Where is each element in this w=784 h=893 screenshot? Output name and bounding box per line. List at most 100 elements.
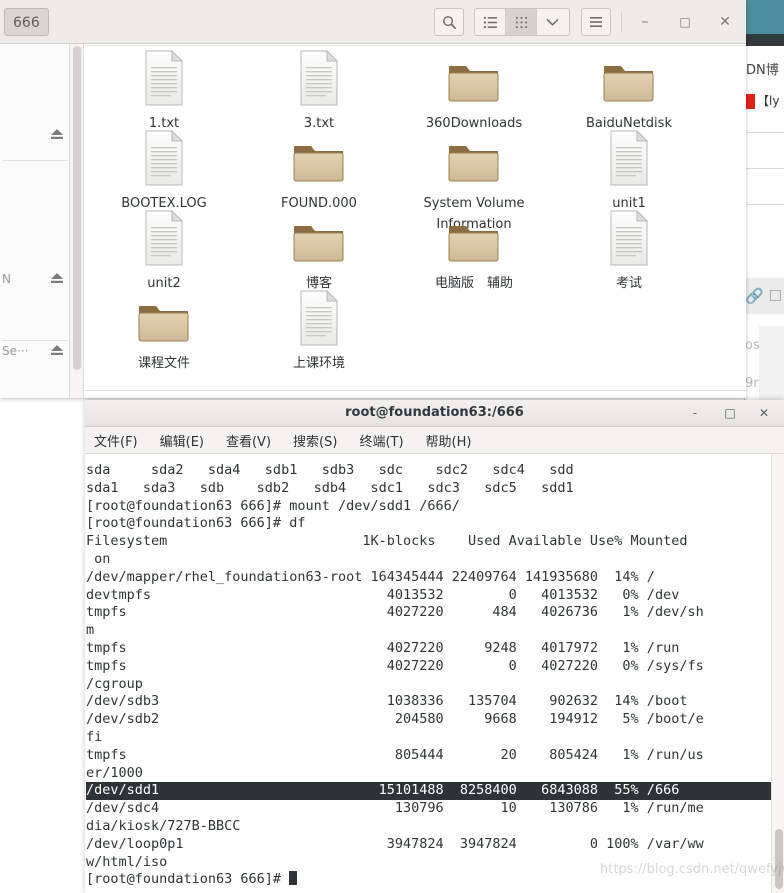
folder-icon <box>448 226 499 262</box>
app-menu-button[interactable] <box>581 8 611 36</box>
text-file-icon <box>145 210 184 266</box>
view-switcher-group[interactable] <box>474 8 570 36</box>
folder-item[interactable]: 360Downloads <box>397 50 551 134</box>
browser-divider <box>745 132 784 133</box>
item-label: 电脑版 辅助 <box>434 276 513 291</box>
terminal-menu-5[interactable]: 帮助(H) <box>426 431 472 450</box>
terminal-line: er/1000 <box>86 764 143 781</box>
sidebar-item-8[interactable]: Se··· <box>0 338 69 364</box>
file-item[interactable]: 1.txt <box>87 50 241 134</box>
browser-toolbar[interactable]: 🔗 ☐ <box>745 278 784 314</box>
folder-item[interactable]: 课程文件 <box>87 290 241 374</box>
text-file-icon <box>145 130 184 186</box>
folder-icon <box>448 66 499 102</box>
terminal-line: /dev/loop0p1 3947824 3947824 0 100% /var… <box>86 835 704 852</box>
terminal-line: fi <box>86 728 103 745</box>
file-item[interactable]: unit1 <box>552 130 706 214</box>
browser-link-text: 【ly <box>757 94 780 108</box>
file-icon-wrap <box>552 130 706 186</box>
terminal-menu-2[interactable]: 查看(V) <box>226 431 271 450</box>
terminal-line: [root@foundation63 666]# <box>86 871 290 888</box>
terminal-line: [root@foundation63 666]# mount /dev/sdd1… <box>86 497 460 514</box>
folder-icon-wrap <box>87 290 241 346</box>
sidebar-scrollbar-thumb[interactable] <box>73 46 81 370</box>
item-label: 上课环境 <box>292 356 345 371</box>
sidebar-item-3[interactable] <box>0 158 69 184</box>
sidebar-item-5[interactable] <box>0 230 69 256</box>
eject-icon[interactable] <box>50 344 64 359</box>
breadcrumb-666[interactable]: 666 <box>4 8 49 36</box>
terminal-minimize-button[interactable]: - <box>683 400 707 426</box>
browser-badge-icon <box>745 94 755 109</box>
terminal-line: tmpfs 4027220 0 4027220 0% /sys/fs <box>86 657 704 674</box>
minimize-button[interactable]: – <box>631 8 659 36</box>
terminal-line: /cgroup <box>86 675 143 692</box>
search-button[interactable] <box>434 8 464 36</box>
sidebar-item-0[interactable] <box>0 50 69 76</box>
folder-item[interactable]: BaiduNetdisk <box>552 50 706 134</box>
terminal-window[interactable]: root@foundation63:/666 - □ ✕ 文件(F) 编辑(E) 查… <box>85 400 784 893</box>
file-grid[interactable]: 1.txt 3.txt 360Downloads BaiduNetdisk BOOTEX… <box>85 45 746 398</box>
item-label: 考试 <box>615 276 642 291</box>
terminal-line: w/html/iso <box>86 853 168 870</box>
terminal-menu-0[interactable]: 文件(F) <box>94 431 138 450</box>
browser-divider <box>745 204 784 205</box>
terminal-line: /dev/sdb2 204580 9668 194912 5% /boot/e <box>86 711 704 728</box>
hamburger-menu-icon <box>590 17 602 27</box>
eject-icon[interactable] <box>50 272 64 287</box>
file-item[interactable]: 上课环境 <box>242 290 396 374</box>
folder-item[interactable]: 电脑版 辅助 <box>397 210 551 294</box>
terminal-menu-1[interactable]: 编辑(E) <box>160 431 204 450</box>
file-manager-statusbar-divider <box>85 390 746 391</box>
terminal-line: sda1 sda3 sdb sdb2 sdb4 sdc1 sdc3 sdc5 s… <box>86 479 574 496</box>
terminal-maximize-button[interactable]: □ <box>718 400 742 426</box>
file-manager-window[interactable]: 666 – □ ✕ N Se··· 1.txt 3.txt 360Downloa… <box>0 0 746 398</box>
folder-item[interactable]: FOUND.000 <box>242 130 396 214</box>
terminal-body[interactable]: sda sda2 sda4 sdb1 sdb3 sdc sdc2 sdc4 sd… <box>85 454 784 893</box>
file-icon-wrap <box>552 210 706 266</box>
terminal-line: /dev/mapper/rhel_foundation63-root 16434… <box>86 568 655 585</box>
file-icon-wrap <box>87 210 241 266</box>
file-item[interactable]: unit2 <box>87 210 241 294</box>
terminal-menu-3[interactable]: 搜索(S) <box>293 431 337 450</box>
file-icon-wrap <box>242 50 396 106</box>
terminal-scrollbar-thumb[interactable] <box>775 829 783 889</box>
eject-icon[interactable] <box>50 128 64 143</box>
terminal-line: tmpfs 805444 20 805424 1% /run/us <box>86 746 704 763</box>
terminal-line: on <box>94 550 111 567</box>
terminal-scrollbar[interactable] <box>771 454 784 893</box>
browser-heading-text: DN博 <box>746 63 779 78</box>
sidebar-scrollbar[interactable] <box>70 44 84 398</box>
folder-item[interactable]: 博客 <box>242 210 396 294</box>
maximize-button[interactable]: □ <box>671 8 699 36</box>
terminal-line: devtmpfs 4013532 0 4013532 0% /dev <box>86 586 680 603</box>
terminal-close-button[interactable]: ✕ <box>752 400 776 426</box>
file-item[interactable]: BOOTEX.LOG <box>87 130 241 214</box>
terminal-menu-4[interactable]: 终端(T) <box>359 431 403 450</box>
sidebar-item-7[interactable] <box>0 302 69 328</box>
folder-icon <box>138 306 189 342</box>
chevron-down-icon <box>546 18 559 26</box>
browser-divider <box>745 168 784 169</box>
list-view-button[interactable] <box>475 9 506 35</box>
search-icon <box>442 15 456 29</box>
folder-icon-wrap <box>397 130 551 186</box>
sidebar-item-4[interactable] <box>0 194 69 220</box>
terminal-line: tmpfs 4027220 9248 4017972 1% /run <box>86 639 680 656</box>
grid-view-button[interactable] <box>506 9 537 35</box>
file-manager-sidebar[interactable]: N Se··· <box>0 44 70 398</box>
terminal-line: [root@foundation63 666]# df <box>86 515 306 532</box>
terminal-menubar[interactable]: 文件(F) 编辑(E) 查看(V) 搜索(S) 终端(T) 帮助(H) <box>85 427 784 454</box>
toolbar-divider <box>621 12 622 32</box>
sidebar-item-6[interactable]: N <box>0 266 69 292</box>
close-button[interactable]: ✕ <box>711 8 739 36</box>
text-file-icon <box>145 50 184 106</box>
sidebar-item-2[interactable] <box>0 122 69 148</box>
folder-icon-wrap <box>397 50 551 106</box>
folder-icon-wrap <box>552 50 706 106</box>
file-item[interactable]: 考试 <box>552 210 706 294</box>
view-options-dropdown[interactable] <box>537 9 568 35</box>
file-item[interactable]: 3.txt <box>242 50 396 134</box>
sidebar-item-1[interactable] <box>0 86 69 112</box>
text-file-icon <box>300 50 339 106</box>
